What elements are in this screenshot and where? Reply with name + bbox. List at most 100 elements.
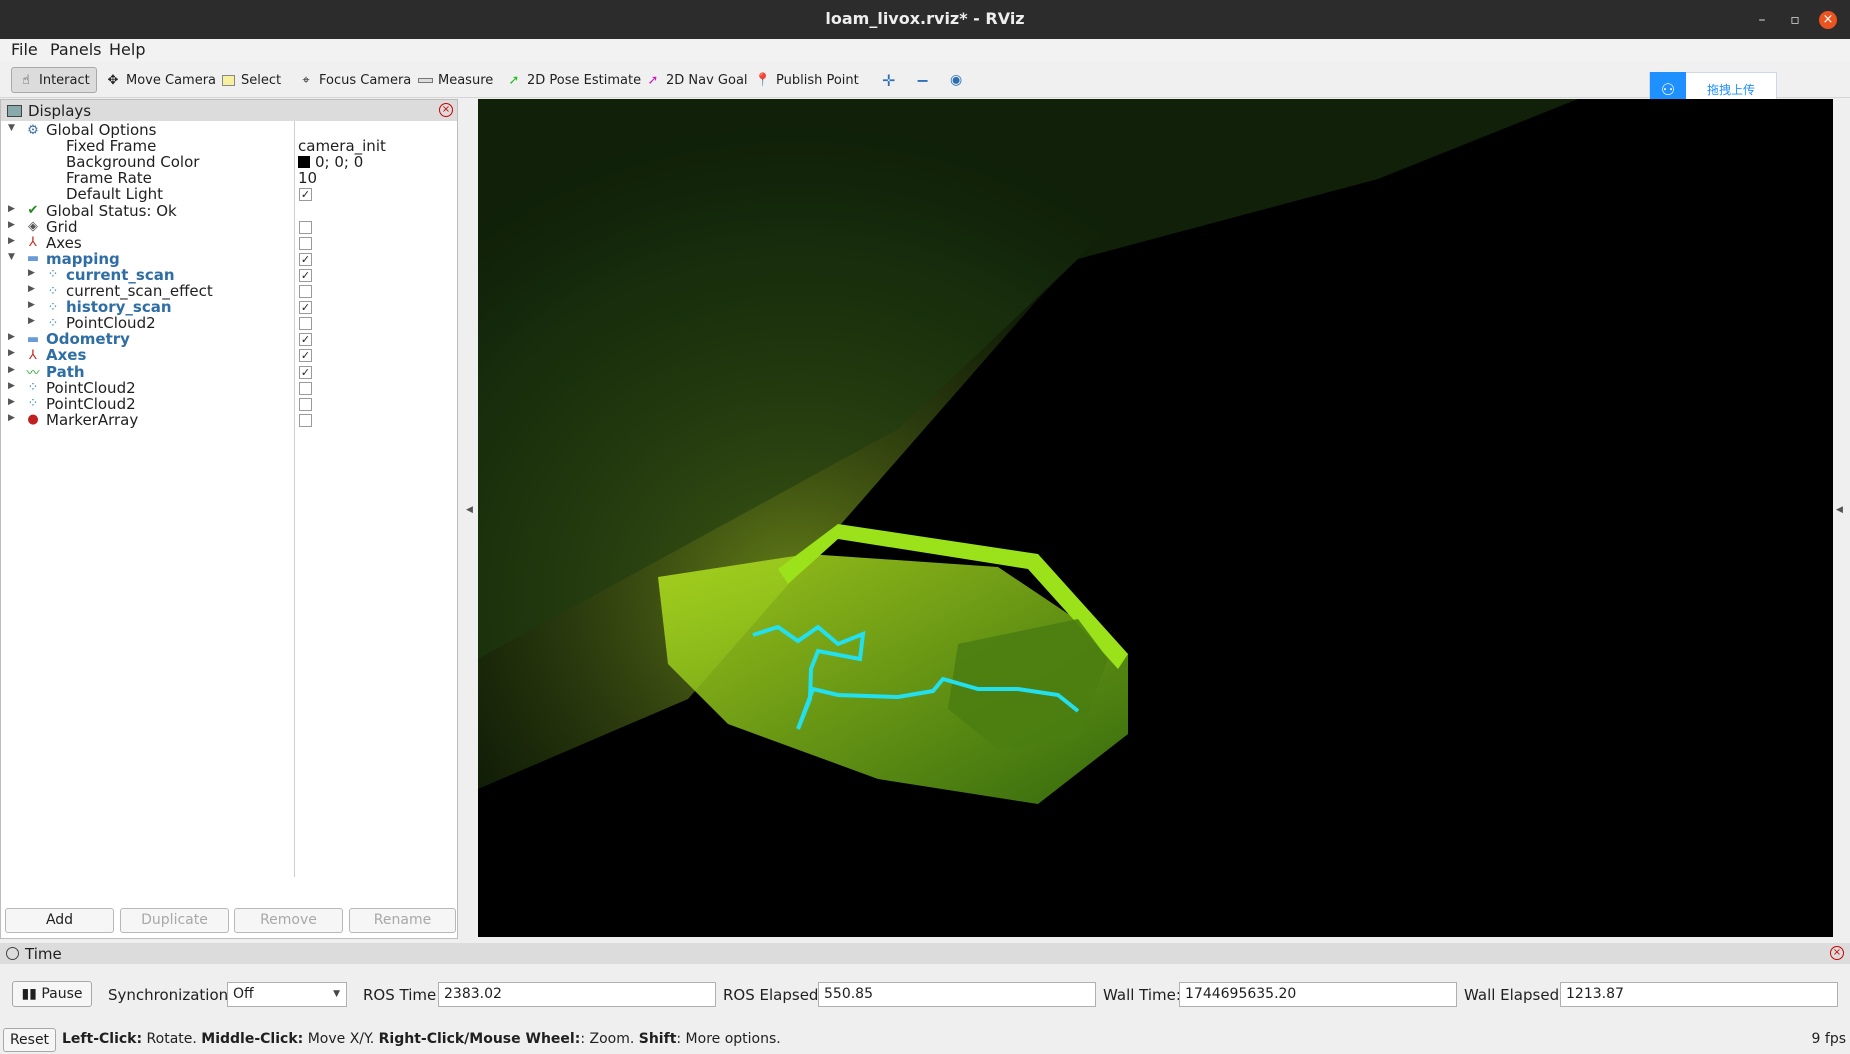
tree-row[interactable]: ▶ ● MarkerArray — [1, 411, 457, 430]
duplicate-button[interactable]: Duplicate — [120, 908, 229, 933]
hint-key: Left-Click: — [62, 1031, 143, 1047]
menu-panels[interactable]: Panels — [50, 40, 102, 59]
menubar: File Panels Help — [0, 39, 1850, 62]
enable-checkbox[interactable]: ✓ — [299, 188, 312, 202]
tool-interact-label: Interact — [39, 72, 90, 88]
expand-arrow-icon[interactable]: ▼ — [8, 123, 18, 133]
folder-icon: ▬ — [26, 251, 40, 267]
window-title: loam_livox.rviz* - RViz — [825, 9, 1025, 28]
tool-select[interactable]: Select — [214, 67, 287, 93]
focus-camera-icon: ⌖ — [302, 72, 310, 88]
plus-icon[interactable]: ✛ — [876, 67, 901, 93]
wall-time-label: Wall Time: — [1103, 986, 1181, 1004]
ros-elapsed-field[interactable]: 550.85 — [818, 982, 1096, 1007]
tool-move-camera[interactable]: ✥ Move Camera — [99, 67, 222, 93]
enable-checkbox[interactable] — [299, 413, 312, 427]
expand-arrow-icon[interactable]: ▼ — [8, 252, 18, 262]
displays-tree: ▼ ⚙ Global Options Fixed Frame camera_init Ba… — [1, 121, 457, 881]
tool-2d-nav-goal[interactable]: ➚ 2D Nav Goal — [639, 67, 754, 93]
enable-checkbox[interactable]: ✓ — [299, 252, 312, 266]
collapse-arrow-icon[interactable]: ▶ — [8, 332, 18, 342]
pointcloud-icon: ⁘ — [27, 396, 39, 412]
reset-button[interactable]: Reset — [3, 1028, 56, 1052]
tool-measure[interactable]: Measure — [411, 67, 499, 93]
time-panel-header: Time × — [0, 943, 1850, 964]
collapse-arrow-icon[interactable]: ▶ — [8, 381, 18, 391]
enable-checkbox[interactable] — [299, 381, 312, 395]
enable-checkbox[interactable] — [299, 317, 312, 331]
enable-checkbox[interactable]: ✓ — [299, 333, 312, 347]
time-title: Time — [25, 944, 62, 963]
collapse-arrow-icon[interactable]: ▶ — [8, 348, 18, 358]
move-camera-icon: ✥ — [107, 72, 119, 88]
wall-time-field[interactable]: 1744695635.20 — [1179, 982, 1457, 1007]
left-splitter-handle[interactable]: ◀ — [466, 505, 473, 515]
collapse-arrow-icon[interactable]: ▶ — [8, 397, 18, 407]
tool-publish-point[interactable]: 📍 Publish Point — [749, 67, 865, 93]
collapse-arrow-icon[interactable]: ▶ — [8, 236, 18, 246]
enable-checkbox[interactable]: ✓ — [299, 268, 312, 282]
collapse-arrow-icon[interactable]: ▶ — [8, 365, 18, 375]
collapse-arrow-icon[interactable]: ▶ — [28, 316, 38, 326]
tool-focus-camera-label: Focus Camera — [319, 72, 412, 88]
hint-text: Move X/Y. — [303, 1031, 379, 1047]
enable-checkbox[interactable]: ✓ — [299, 301, 312, 315]
eye-icon[interactable]: ◉ — [944, 67, 968, 93]
sync-select[interactable]: Off ▼ — [227, 982, 347, 1007]
tool-publish-point-label: Publish Point — [776, 72, 859, 88]
menu-file[interactable]: File — [11, 40, 38, 59]
chevron-down-icon: ▼ — [333, 989, 340, 999]
pause-icon: ▮▮ — [21, 986, 37, 1002]
collapse-arrow-icon[interactable]: ▶ — [8, 220, 18, 230]
tool-2d-pose-estimate[interactable]: ➚ 2D Pose Estimate — [500, 67, 647, 93]
point-cloud-render — [478, 99, 1578, 804]
column-divider[interactable] — [294, 121, 295, 877]
tool-select-label: Select — [241, 72, 282, 88]
map-pin-icon: 📍 — [754, 72, 772, 88]
close-icon[interactable]: × — [439, 103, 453, 117]
pointcloud-icon: ⁘ — [27, 380, 39, 396]
enable-checkbox[interactable]: ✓ — [299, 349, 312, 363]
marker-array-icon: ● — [27, 412, 39, 428]
ros-time-label: ROS Time: — [363, 986, 442, 1004]
tool-interact[interactable]: ☝ Interact — [11, 67, 97, 93]
hint-text: : Zoom. — [580, 1031, 639, 1047]
ros-elapsed-label: ROS Elapsed: — [723, 986, 824, 1004]
displays-header: Displays × — [1, 100, 457, 121]
wall-elapsed-field[interactable]: 1213.87 — [1560, 982, 1838, 1007]
add-button[interactable]: Add — [5, 908, 114, 933]
render-viewport[interactable] — [478, 99, 1833, 937]
close-icon[interactable]: × — [1819, 11, 1837, 29]
enable-checkbox[interactable] — [299, 285, 312, 298]
hint-key: Right-Click/Mouse Wheel: — [378, 1031, 581, 1047]
toolbar: ☝ Interact ✥ Move Camera Select ⌖ Focus … — [0, 62, 1850, 98]
tool-focus-camera[interactable]: ⌖ Focus Camera — [292, 67, 417, 93]
minus-icon[interactable]: − — [910, 67, 935, 93]
clock-icon — [6, 947, 19, 960]
select-box-icon — [220, 72, 236, 88]
pause-button[interactable]: ▮▮ Pause — [12, 981, 92, 1007]
axes-icon: ⅄ — [29, 347, 37, 363]
collapse-arrow-icon[interactable]: ▶ — [8, 413, 18, 423]
nav-goal-arrow-icon: ➚ — [647, 72, 659, 88]
collapse-arrow-icon[interactable]: ▶ — [28, 300, 38, 310]
right-splitter-handle[interactable]: ◀ — [1836, 505, 1843, 515]
ros-time-field[interactable]: 2383.02 — [438, 982, 716, 1007]
remove-button[interactable]: Remove — [234, 908, 343, 933]
enable-checkbox[interactable] — [299, 220, 312, 234]
displays-panel: Displays × ▼ ⚙ Global Options Fixed Frame ca… — [0, 99, 458, 939]
collapse-arrow-icon[interactable]: ▶ — [28, 268, 38, 278]
close-icon[interactable]: × — [1830, 946, 1844, 960]
enable-checkbox[interactable]: ✓ — [299, 365, 312, 379]
rename-button[interactable]: Rename — [349, 908, 456, 933]
window-titlebar: loam_livox.rviz* - RViz – ▫ × — [0, 0, 1850, 39]
color-swatch[interactable] — [298, 156, 310, 169]
menu-help[interactable]: Help — [109, 40, 145, 59]
mouse-hint: Left-Click: Rotate. Middle-Click: Move X… — [62, 1031, 781, 1047]
enable-checkbox[interactable] — [299, 236, 312, 250]
enable-checkbox[interactable] — [299, 397, 312, 411]
minimize-icon[interactable]: – — [1753, 11, 1771, 29]
maximize-icon[interactable]: ▫ — [1786, 11, 1804, 29]
collapse-arrow-icon[interactable]: ▶ — [28, 284, 38, 294]
collapse-arrow-icon[interactable]: ▶ — [8, 204, 18, 214]
